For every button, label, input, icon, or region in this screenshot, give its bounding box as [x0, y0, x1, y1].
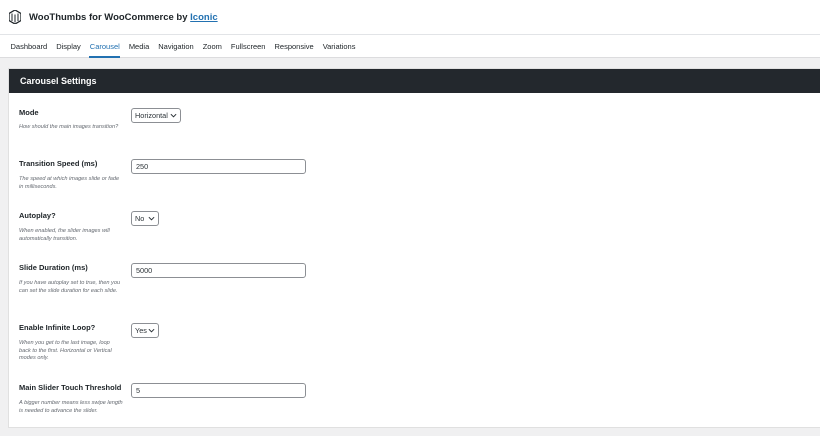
- mode-select-value: Horizontal: [135, 111, 168, 120]
- mode-label: Mode: [19, 108, 39, 117]
- page-title: WooThumbs for WooCommerce by Iconic: [29, 12, 218, 23]
- autoplay-select[interactable]: No: [131, 211, 159, 226]
- app-header: WooThumbs for WooCommerce by Iconic: [0, 0, 820, 34]
- chevron-down-icon: [170, 113, 177, 118]
- tab-navigation[interactable]: Navigation: [154, 35, 198, 57]
- transition-speed-label: Transition Speed (ms): [19, 159, 98, 168]
- mode-description: How should the main images transition?: [19, 124, 119, 130]
- infinite-loop-label: Enable Infinite Loop?: [19, 323, 96, 332]
- infinite-loop-select-value: Yes: [135, 326, 147, 335]
- slide-duration-label: Slide Duration (ms): [19, 263, 88, 272]
- slide-duration-description: If you have autoplay set to true, then y…: [19, 280, 121, 294]
- page-title-text: WooThumbs for WooCommerce by: [29, 11, 191, 23]
- touch-threshold-input[interactable]: 5: [131, 383, 306, 398]
- carousel-settings-panel: Carousel Settings Mode How should the ma…: [8, 68, 820, 428]
- tab-media[interactable]: Media: [124, 35, 153, 57]
- chevron-down-icon: [148, 328, 155, 333]
- transition-speed-input[interactable]: 250: [131, 159, 306, 174]
- tab-display[interactable]: Display: [52, 35, 86, 57]
- settings-tabs: Dashboard Display Carousel Media Navigat…: [0, 34, 820, 58]
- touch-threshold-label: Main Slider Touch Threshold: [19, 383, 122, 392]
- tab-zoom[interactable]: Zoom: [198, 35, 226, 57]
- autoplay-description: When enabled, the slider images will aut…: [19, 228, 110, 242]
- infinite-loop-select[interactable]: Yes: [131, 323, 159, 338]
- autoplay-label: Autoplay?: [19, 211, 56, 220]
- tab-dashboard[interactable]: Dashboard: [6, 35, 52, 57]
- mode-select[interactable]: Horizontal: [131, 108, 181, 123]
- chevron-down-icon: [148, 216, 155, 221]
- tab-fullscreen[interactable]: Fullscreen: [226, 35, 270, 57]
- transition-speed-description: The speed at which images slide or fade …: [19, 176, 120, 190]
- panel-title: Carousel Settings: [20, 76, 97, 86]
- iconic-logo-icon: [9, 10, 21, 24]
- tab-carousel[interactable]: Carousel: [85, 35, 124, 58]
- touch-threshold-description: A bigger number means less swipe length …: [19, 400, 123, 414]
- tab-responsive[interactable]: Responsive: [270, 35, 318, 57]
- slide-duration-input[interactable]: 5000: [131, 263, 306, 278]
- infinite-loop-description: When you get to the last image, loop bac…: [19, 340, 112, 362]
- iconic-link[interactable]: Iconic: [190, 12, 217, 23]
- tab-variations[interactable]: Variations: [318, 35, 360, 57]
- panel-header: Carousel Settings: [9, 69, 820, 93]
- autoplay-select-value: No: [135, 214, 145, 223]
